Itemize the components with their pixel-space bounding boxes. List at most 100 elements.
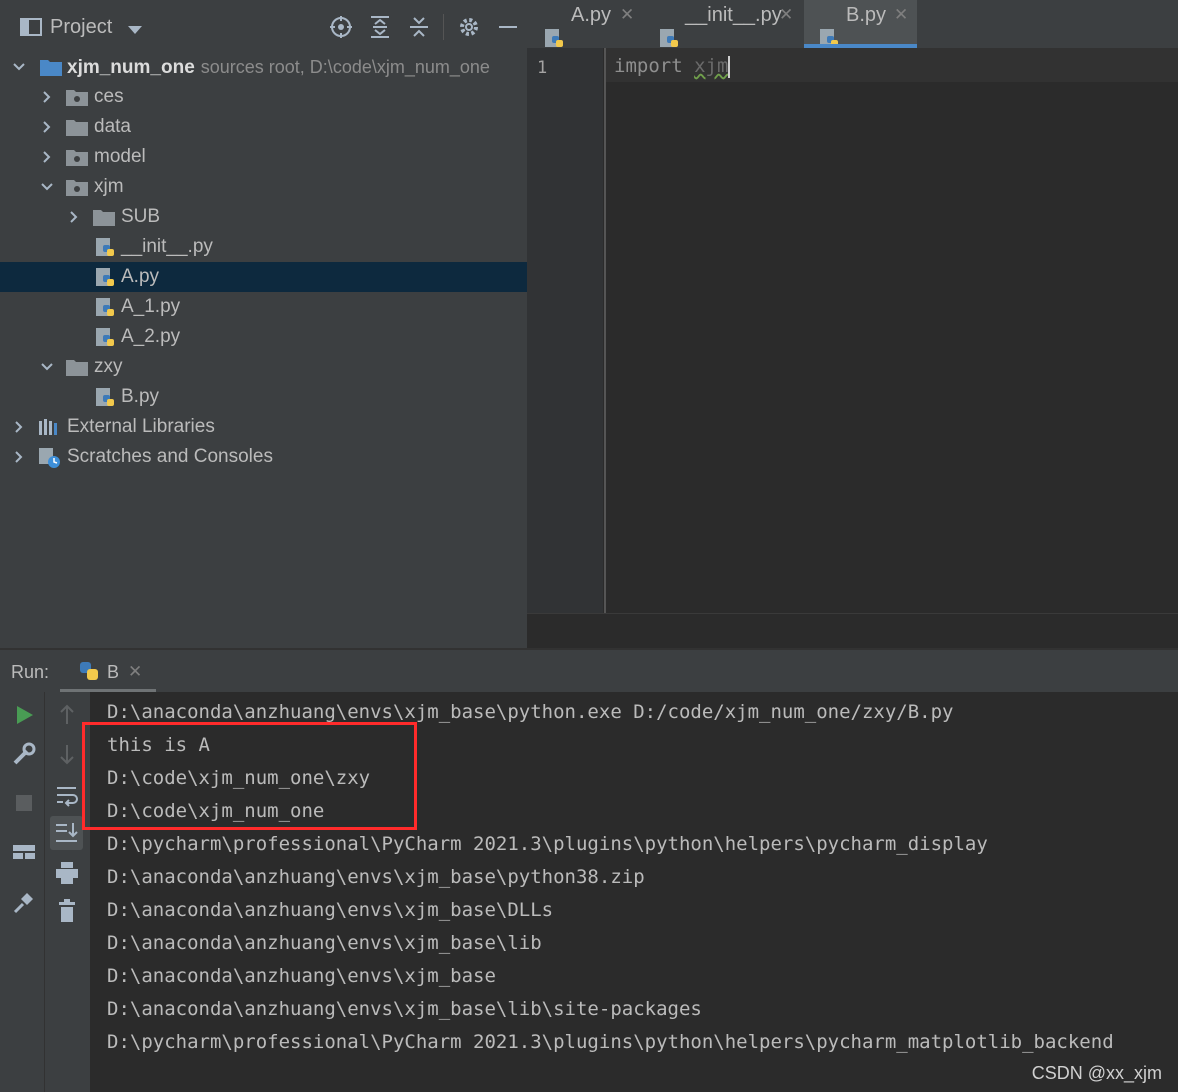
tree-item-a1-py[interactable]: A_1.py	[0, 292, 527, 322]
tree-item-root[interactable]: xjm_num_one sources root, D:\code\xjm_num…	[0, 52, 527, 82]
chevron-right-icon[interactable]	[12, 442, 26, 472]
tree-item-label: xjm_num_one	[67, 57, 195, 78]
run-side-toolbar	[0, 692, 90, 1092]
folder-icon	[66, 357, 88, 377]
line-gutter: 1	[527, 48, 603, 613]
toolbar-divider	[44, 692, 45, 1092]
chevron-right-icon[interactable]	[40, 82, 54, 112]
tree-item-label: model	[94, 146, 146, 167]
tree-item-sub[interactable]: SUB	[0, 202, 527, 232]
tab-init-py[interactable]: __init__.py ✕	[642, 0, 804, 48]
tree-item-scratches[interactable]: Scratches and Consoles	[0, 442, 527, 472]
project-title[interactable]: Project	[50, 16, 112, 39]
trash-icon[interactable]	[52, 896, 82, 926]
locate-icon[interactable]	[328, 14, 354, 40]
chevron-down-icon[interactable]	[40, 172, 54, 202]
tree-item-label: data	[94, 116, 131, 137]
chevron-right-icon[interactable]	[40, 112, 54, 142]
arrow-up-icon[interactable]	[52, 700, 82, 730]
close-icon[interactable]: ✕	[779, 0, 793, 44]
chevron-down-icon[interactable]	[12, 52, 26, 82]
tree-item-data[interactable]: data	[0, 112, 527, 142]
code-module: xjm	[694, 55, 729, 77]
text-caret	[728, 55, 731, 78]
tree-item-model[interactable]: model	[0, 142, 527, 172]
console-line: D:\anaconda\anzhuang\envs\xjm_base\DLLs	[107, 899, 554, 921]
python-file-icon	[95, 387, 117, 407]
play-icon[interactable]	[9, 700, 39, 730]
hide-panel-icon[interactable]	[495, 14, 521, 40]
run-panel: Run: B ✕ D:\anaconda\anzhuang\envs\xjm_b…	[0, 648, 1178, 1092]
chevron-down-icon[interactable]	[40, 352, 54, 382]
tab-label: __init__.py	[685, 4, 782, 26]
header-divider	[443, 14, 444, 40]
source-folder-icon	[40, 57, 62, 77]
package-folder-icon	[66, 177, 88, 197]
project-header: Project	[0, 0, 527, 52]
tree-item-b-py[interactable]: B.py	[0, 382, 527, 412]
tree-item-zxy[interactable]: zxy	[0, 352, 527, 382]
run-toolbar: Run: B ✕	[0, 650, 1178, 692]
tree-item-xjm[interactable]: xjm	[0, 172, 527, 202]
package-folder-icon	[66, 147, 88, 167]
project-window-icon[interactable]	[20, 18, 42, 36]
code-line[interactable]: import xjm	[614, 55, 731, 78]
sources-root-hint: sources root, D:\code\xjm_num_one	[200, 57, 490, 77]
folder-icon	[93, 207, 115, 227]
run-tab-b[interactable]: B ✕	[60, 650, 156, 692]
chevron-right-icon[interactable]	[67, 202, 81, 232]
code-keyword: import	[614, 55, 683, 77]
tab-b-py[interactable]: B.py ✕	[804, 0, 917, 48]
tree-item-label: A_1.py	[121, 296, 181, 317]
tab-label: B.py	[846, 4, 887, 26]
wrench-icon[interactable]	[9, 739, 39, 769]
tree-item-a2-py[interactable]: A_2.py	[0, 322, 527, 352]
project-panel: Project xjm_num_one sources root, D:\code…	[0, 0, 527, 648]
folder-icon	[66, 117, 88, 137]
tree-item-label: xjm	[94, 176, 124, 197]
tree-item-external-libraries[interactable]: External Libraries	[0, 412, 527, 442]
close-icon[interactable]: ✕	[894, 0, 908, 44]
tree-item-label: Scratches and Consoles	[67, 446, 273, 467]
tree-item-init-py[interactable]: __init__.py	[0, 232, 527, 262]
editor-breadcrumb-bar	[527, 613, 1178, 649]
close-icon[interactable]: ✕	[128, 662, 142, 682]
layout-icon[interactable]	[9, 837, 39, 867]
tree-item-ces[interactable]: ces	[0, 82, 527, 112]
tree-item-a-py[interactable]: A.py	[0, 262, 527, 292]
arrow-down-icon[interactable]	[52, 739, 82, 769]
tree-item-label: ces	[94, 86, 124, 107]
gutter-divider	[604, 48, 606, 613]
soft-wrap-icon[interactable]	[52, 780, 82, 810]
chevron-right-icon[interactable]	[12, 412, 26, 442]
python-file-icon	[95, 267, 117, 287]
chevron-right-icon[interactable]	[40, 142, 54, 172]
run-label: Run:	[11, 662, 50, 682]
watermark: CSDN @xx_xjm	[1031, 1063, 1162, 1083]
console-line: D:\anaconda\anzhuang\envs\xjm_base\pytho…	[107, 866, 645, 888]
editor-area: A.py ✕ __init__.py ✕ B.py ✕ 1 import xjm	[527, 0, 1178, 649]
run-tab-label: B	[107, 662, 120, 682]
scratches-icon	[38, 447, 60, 468]
library-icon	[38, 417, 60, 437]
stop-icon[interactable]	[9, 788, 39, 818]
tree-item-label: External Libraries	[67, 416, 215, 437]
close-icon[interactable]: ✕	[620, 0, 634, 44]
console-line: D:\anaconda\anzhuang\envs\xjm_base\lib	[107, 932, 542, 954]
print-icon[interactable]	[52, 858, 82, 888]
tab-label: A.py	[571, 4, 612, 26]
scroll-to-end-icon[interactable]	[50, 816, 83, 850]
console-line: D:\pycharm\professional\PyCharm 2021.3\p…	[107, 1031, 1114, 1053]
project-view-dropdown-icon[interactable]	[128, 26, 142, 34]
console-line: D:\pycharm\professional\PyCharm 2021.3\p…	[107, 833, 988, 855]
python-file-icon	[95, 327, 117, 347]
editor-tabs: A.py ✕ __init__.py ✕ B.py ✕	[527, 0, 1178, 48]
pin-icon[interactable]	[9, 887, 39, 917]
collapse-all-icon[interactable]	[406, 14, 432, 40]
gear-icon[interactable]	[456, 14, 482, 40]
python-file-icon	[95, 297, 117, 317]
tab-a-py[interactable]: A.py ✕	[527, 0, 642, 48]
tree-item-label: B.py	[121, 386, 160, 407]
python-icon	[78, 660, 100, 687]
expand-all-icon[interactable]	[367, 14, 393, 40]
